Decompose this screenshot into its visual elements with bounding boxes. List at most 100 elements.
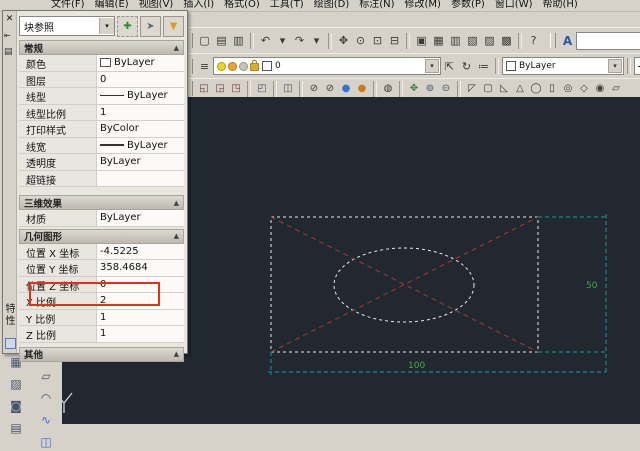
color-select[interactable]: ByLayer ▾ [502,57,624,75]
section-misc[interactable]: 其他 ▲ [19,346,184,362]
properties-palette-icon[interactable]: ▣ [413,32,430,49]
row-scale-z-value[interactable]: 1 [97,326,184,342]
visual-style-2d-wireframe-icon[interactable]: ⊘ [306,81,322,96]
spline-icon[interactable]: ∿ [36,411,56,429]
torus-icon[interactable]: ◎ [560,81,576,96]
palette-title-bar[interactable]: ✕ ⇤ ▤ 特性 [3,11,17,353]
row-color-value[interactable]: ByLayer [97,55,184,71]
menu-dimension[interactable]: 标注(N) [354,0,399,11]
menu-tools[interactable]: 工具(T) [265,0,309,11]
gradient-icon[interactable]: ▨ [6,375,26,393]
collapse-icon[interactable]: ▲ [174,350,179,358]
zoom-realtime-icon[interactable]: ⊙ [352,32,369,49]
text-style-select[interactable]: ▾ [576,31,640,50]
3d-solid-icon[interactable]: ◫ [36,433,56,451]
menu-parametric[interactable]: 参数(P) [446,0,490,11]
wedge-icon[interactable]: ◺ [496,81,512,96]
object-type-select[interactable]: 块参照 ▾ [19,16,115,36]
visual-style-realistic-icon[interactable]: ● [338,81,354,96]
row-plot-style-value[interactable]: ByColor [97,121,184,137]
region-icon[interactable]: ◙ [6,397,26,415]
layer-previous-icon[interactable]: ↻ [458,58,475,75]
planar-surface-icon[interactable]: ▱ [608,81,624,96]
collapse-icon[interactable]: ▲ [174,199,179,207]
row-transparency-value[interactable]: ByLayer [97,154,184,170]
layer-lock-icon[interactable] [250,60,259,71]
polygon-icon[interactable]: ▱ [36,367,56,385]
collapse-icon[interactable]: ▲ [174,232,179,240]
new-file-icon[interactable]: ▢ [196,32,213,49]
3d-rotate-icon[interactable]: ⊚ [422,81,438,96]
auto-constrain-icon[interactable]: ◰ [254,81,270,96]
undo-dropdown-icon[interactable]: ▾ [274,32,291,49]
menu-window[interactable]: 窗口(W) [490,0,538,11]
table-icon[interactable]: ▤ [6,419,26,437]
constraint-x-icon[interactable]: ◱ [196,81,212,96]
row-lineweight-value[interactable]: ByLayer [97,137,184,153]
select-objects-button[interactable]: ➤ [140,16,161,37]
layer-properties-manager-icon[interactable]: ≡ [196,58,213,75]
row-scale-x-value[interactable]: 2 [97,293,184,309]
plot-icon[interactable]: ▥ [230,32,247,49]
layer-vp-freeze-icon[interactable] [239,61,248,71]
palette-menu-icon[interactable]: ▤ [4,47,13,57]
collapse-icon[interactable]: ▲ [174,44,179,52]
menu-modify[interactable]: 修改(M) [400,0,446,11]
visual-style-3d-wireframe-icon[interactable]: ⊘ [322,81,338,96]
chevron-down-icon[interactable]: ▾ [425,59,439,73]
row-position-x-value[interactable]: -4.5225 [97,243,184,259]
box-icon[interactable]: ▢ [480,81,496,96]
toolbar-grip[interactable] [550,33,556,48]
constraint-y-icon[interactable]: ◲ [212,81,228,96]
chevron-down-icon[interactable]: ▾ [608,59,622,73]
text-style-icon[interactable]: A [559,32,576,49]
manage-visual-styles-icon[interactable]: ◍ [380,81,396,96]
3d-align-icon[interactable]: ⊝ [438,81,454,96]
auto-hide-icon[interactable]: ⇤ [4,31,11,40]
row-scale-y-value[interactable]: 1 [97,309,184,325]
helix-icon[interactable]: ◉ [592,81,608,96]
section-general[interactable]: 常规 ▲ [19,40,184,55]
make-object-layer-current-icon[interactable]: ⇱ [441,58,458,75]
row-hyperlink-value[interactable] [97,170,184,186]
layer-on-icon[interactable] [217,61,226,71]
toggle-pickadd-button[interactable]: ✚ [117,16,138,37]
menu-help[interactable]: 帮助(H) [538,0,583,11]
row-linetype-scale-value[interactable]: 1 [97,104,184,120]
layer-thaw-icon[interactable] [228,61,237,71]
row-position-z-value[interactable]: 0 [97,276,184,292]
sheet-set-manager-icon[interactable]: ▧ [464,32,481,49]
zoom-previous-icon[interactable]: ⊟ [386,32,403,49]
menu-format[interactable]: 格式(O) [219,0,265,11]
pan-icon[interactable]: ✥ [335,32,352,49]
open-file-icon[interactable]: ▤ [213,32,230,49]
zoom-window-icon[interactable]: ⊡ [369,32,386,49]
redo-dropdown-icon[interactable]: ▾ [308,32,325,49]
sphere-icon[interactable]: ◯ [528,81,544,96]
pyramid-icon[interactable]: △ [512,81,528,96]
cylinder-icon[interactable]: ▯ [544,81,560,96]
visual-style-conceptual-icon[interactable]: ● [354,81,370,96]
linetype-select[interactable] [634,57,640,75]
close-icon[interactable]: ✕ [4,13,15,24]
layer-select[interactable]: 0 ▾ [213,57,441,75]
section-3d-effects[interactable]: 三维效果 ▲ [19,195,184,210]
polysolid-icon[interactable]: ◇ [576,81,592,96]
row-material-value[interactable]: ByLayer [97,210,184,226]
row-linetype-value[interactable]: ByLayer [97,88,184,104]
row-position-y-value[interactable]: 358.4684 [97,260,184,276]
chevron-down-icon[interactable]: ▾ [99,18,114,34]
design-center-icon[interactable]: ▦ [430,32,447,49]
presspull-icon[interactable]: ◸ [464,81,480,96]
tool-palettes-icon[interactable]: ▥ [447,32,464,49]
quick-calc-icon[interactable]: ▩ [498,32,515,49]
menu-draw[interactable]: 绘图(D) [309,0,355,11]
solid-subtract-icon[interactable]: ◫ [280,81,296,96]
constraint-z-icon[interactable]: ◳ [228,81,244,96]
3d-move-icon[interactable]: ✥ [406,81,422,96]
section-geometry[interactable]: 几何图形 ▲ [19,228,184,244]
row-layer-value[interactable]: 0 [97,71,184,87]
quick-select-button[interactable]: ▼ [163,16,184,37]
undo-icon[interactable]: ↶ [257,32,274,49]
layer-states-icon[interactable]: ≔ [475,58,492,75]
